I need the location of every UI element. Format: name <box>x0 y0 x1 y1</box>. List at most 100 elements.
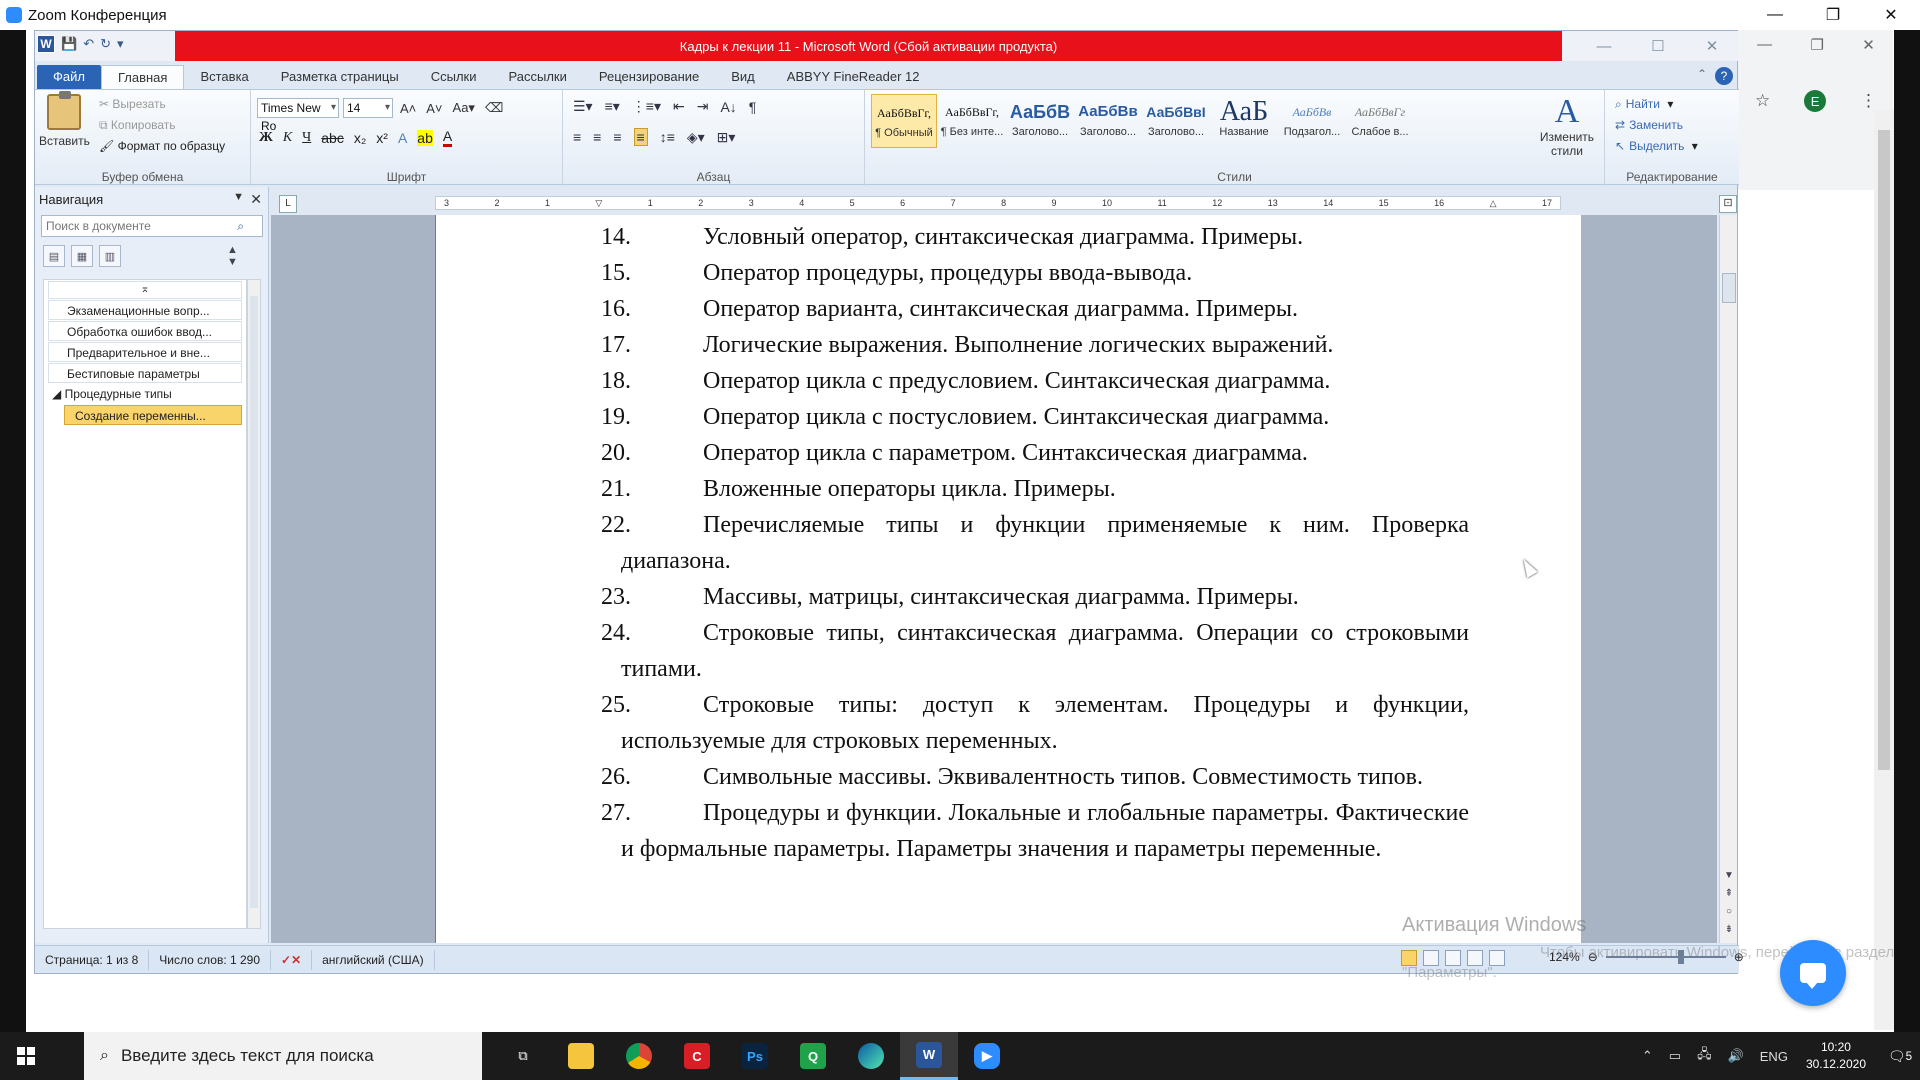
pilcrow-icon[interactable]: ¶ <box>749 99 757 115</box>
numbering-icon[interactable]: ≡▾ <box>605 98 620 115</box>
word-maximize-button[interactable]: ☐ <box>1631 31 1685 61</box>
nav-prev-next-icon[interactable]: ▲ ▼ <box>227 244 249 268</box>
italic-icon[interactable]: К <box>283 130 292 146</box>
language-indicator[interactable]: ENG <box>1760 1049 1788 1064</box>
tab-selector[interactable]: L <box>279 195 297 213</box>
line-spacing-icon[interactable]: ↕≡ <box>660 129 675 145</box>
list-item[interactable]: 21. Вложенные операторы цикла. Примеры. <box>601 471 1469 507</box>
shading-icon[interactable]: ◈▾ <box>687 129 705 146</box>
start-button[interactable] <box>0 1032 52 1080</box>
save-icon[interactable]: 💾 <box>61 36 77 52</box>
language-indicator[interactable]: английский (США) <box>312 949 435 970</box>
redo-icon[interactable]: ↻ <box>100 36 111 52</box>
search-icon[interactable]: ⌕ <box>237 216 244 236</box>
align-center-icon[interactable]: ≡ <box>593 129 601 145</box>
nav-heading-item[interactable]: Предварительное и вне... <box>48 342 242 362</box>
chat-button[interactable] <box>1780 940 1846 1006</box>
style-no-spacing[interactable]: АаБбВвГг, ¶ Без инте... <box>939 94 1005 148</box>
style-title[interactable]: АаБ Название <box>1211 94 1277 148</box>
word-minimize-button[interactable]: — <box>1577 31 1631 61</box>
tab-references[interactable]: Ссылки <box>415 65 493 89</box>
browse-object-icon[interactable]: ▼ ⇞ ○ ⇟ <box>1722 867 1736 939</box>
task-view-button[interactable]: ⧉ <box>494 1032 552 1080</box>
grow-font-icon[interactable]: A˄ <box>397 101 419 116</box>
style-subtitle[interactable]: АаБбВв Подзагол... <box>1279 94 1345 148</box>
font-color-icon[interactable]: A <box>442 128 453 147</box>
tab-file[interactable]: Файл <box>37 65 101 89</box>
subscript-icon[interactable]: x₂ <box>354 130 366 146</box>
change-styles-button[interactable]: A Изменить стили <box>1537 94 1597 159</box>
copy-button[interactable]: ⧉ Копировать <box>99 115 225 136</box>
change-case-icon[interactable]: Aa▾ <box>450 100 478 116</box>
bullets-icon[interactable]: ☰▾ <box>573 98 593 115</box>
taskbar-edge[interactable] <box>842 1032 900 1080</box>
select-button[interactable]: ↖ Выделить ▾ <box>1615 136 1698 157</box>
nav-collapse-icon[interactable]: ⌅ <box>48 281 242 299</box>
find-button[interactable]: ⌕ Найти ▾ <box>1615 94 1698 115</box>
nav-heading-item-expanded[interactable]: ◢ Процедурные типы <box>48 384 242 404</box>
paste-button[interactable]: Вставить <box>39 91 90 148</box>
tab-review[interactable]: Рецензирование <box>583 65 715 89</box>
style-subtle-emphasis[interactable]: АаБбВвГг Слабое в... <box>1347 94 1413 148</box>
taskbar-zoom[interactable]: ▶ <box>958 1032 1016 1080</box>
taskbar-green-app[interactable]: Q <box>784 1032 842 1080</box>
horizontal-ruler[interactable]: 3 2 1 ▽ 1 2 3 4 5 6 7 8 9 10 11 12 13 14 15 16 △ 17 <box>435 196 1561 210</box>
zoom-minimize-button[interactable]: — <box>1746 0 1804 30</box>
font-size-select[interactable]: 14 <box>343 98 393 118</box>
zoom-restore-button[interactable]: ❐ <box>1804 0 1862 30</box>
list-item[interactable]: 25. Строковые типы: доступ к элементам. П… <box>601 687 1469 759</box>
taskbar-explorer[interactable] <box>552 1032 610 1080</box>
tab-home[interactable]: Главная <box>100 65 185 89</box>
network-icon[interactable]: 🖧 <box>1697 1045 1712 1067</box>
page-indicator[interactable]: Страница: 1 из 8 <box>35 949 150 970</box>
volume-icon[interactable]: 🔊 <box>1728 1048 1744 1064</box>
taskbar-photoshop[interactable]: Ps <box>726 1032 784 1080</box>
multilevel-list-icon[interactable]: ⋮≡▾ <box>632 98 661 115</box>
taskbar-word[interactable]: W <box>900 1032 958 1080</box>
shrink-font-icon[interactable]: A˅ <box>423 101 445 116</box>
battery-icon[interactable]: ▭ <box>1669 1048 1681 1064</box>
nav-scrollbar[interactable] <box>247 279 261 929</box>
borders-icon[interactable]: ⊞▾ <box>717 129 736 146</box>
underline-icon[interactable]: Ч <box>302 130 311 146</box>
document-scrollbar[interactable]: ▼ ⇞ ○ ⇟ <box>1719 215 1737 943</box>
list-item[interactable]: 14. Условный оператор, синтаксическая диа… <box>601 219 1469 255</box>
document-page[interactable]: 14. Условный оператор, синтаксическая диа… <box>435 215 1581 943</box>
zoom-close-button[interactable]: ✕ <box>1862 0 1920 30</box>
nav-heading-item[interactable]: Бестиповые параметры <box>48 363 242 383</box>
word-close-button[interactable]: ✕ <box>1685 31 1739 61</box>
tab-page-layout[interactable]: Разметка страницы <box>265 65 415 89</box>
text-effects-icon[interactable]: A <box>398 130 407 146</box>
style-heading-2[interactable]: АаБбВв Заголово... <box>1075 94 1141 148</box>
format-painter-button[interactable]: 🖌 Формат по образцу <box>99 136 225 157</box>
list-item[interactable]: 22. Перечисляемые типы и функции применяе… <box>601 507 1469 579</box>
document-text[interactable]: 14. Условный оператор, синтаксическая диа… <box>601 219 1469 867</box>
list-item[interactable]: 24. Строковые типы, синтаксическая диагра… <box>601 615 1469 687</box>
style-heading-1[interactable]: АаБбВ Заголово... <box>1007 94 1073 148</box>
align-left-icon[interactable]: ≡ <box>573 129 581 145</box>
tray-chevron-icon[interactable]: ⌃ <box>1642 1048 1653 1064</box>
collapse-ribbon-icon[interactable]: ⌃ <box>1697 67 1707 81</box>
word-count[interactable]: Число слов: 1 290 <box>149 949 272 970</box>
style-normal[interactable]: АаБбВвГг, ¶ Обычный <box>871 94 937 148</box>
font-name-select[interactable]: Times New Ro <box>257 98 339 133</box>
clock[interactable]: 10:20 30.12.2020 <box>1806 1039 1866 1073</box>
list-item[interactable]: 17. Логические выражения. Выполнение логи… <box>601 327 1469 363</box>
tab-view[interactable]: Вид <box>715 65 771 89</box>
bold-icon[interactable]: Ж <box>259 130 273 146</box>
strikethrough-icon[interactable]: abc <box>321 130 344 146</box>
view-ruler-icon[interactable]: ⊡ <box>1719 195 1737 213</box>
scroll-thumb[interactable] <box>1722 273 1736 303</box>
proofing-icon[interactable]: ✓✕ <box>271 949 313 970</box>
cut-button[interactable]: ✂ Вырезать <box>99 94 225 115</box>
tab-abbyy[interactable]: ABBYY FineReader 12 <box>771 65 936 89</box>
list-item[interactable]: 19. Оператор цикла с постусловием. Синтак… <box>601 399 1469 435</box>
clear-formatting-icon[interactable]: ⌫ <box>482 100 506 116</box>
tab-insert[interactable]: Вставка <box>184 65 264 89</box>
sort-icon[interactable]: A↓ <box>720 99 736 115</box>
list-item[interactable]: 18. Оператор цикла с предусловием. Синтак… <box>601 363 1469 399</box>
taskbar-search[interactable]: ⌕ Введите здесь текст для поиска <box>84 1032 482 1080</box>
style-heading-3[interactable]: АаБбВвІ Заголово... <box>1143 94 1209 148</box>
nav-close-icon[interactable]: ✕ <box>250 191 262 208</box>
list-item[interactable]: 23. Массивы, матрицы, синтаксическая диаг… <box>601 579 1469 615</box>
